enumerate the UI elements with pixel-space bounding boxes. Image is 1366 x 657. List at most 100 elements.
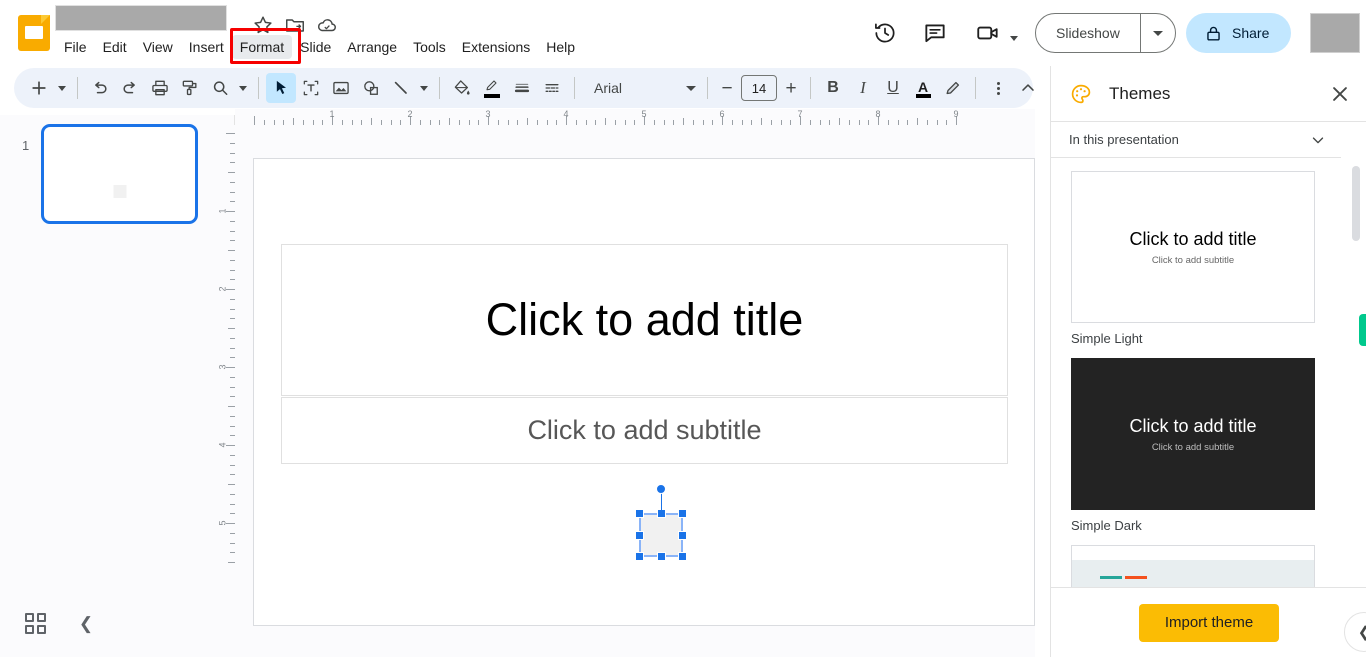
horizontal-ruler[interactable]: 1 2 3 4 5 6 7 8 9	[235, 109, 1035, 125]
ruler-label: 1	[329, 109, 335, 119]
ruler-label: 1	[219, 208, 228, 213]
ruler-tick	[371, 118, 372, 125]
meet-video-icon[interactable]	[975, 20, 1001, 46]
resize-handle-nw[interactable]	[635, 509, 644, 518]
side-panel-tab[interactable]	[1359, 314, 1366, 346]
chevron-down-icon	[1152, 30, 1163, 36]
more-options-button[interactable]	[983, 73, 1013, 103]
toolbar-divider	[975, 77, 976, 99]
ruler-tick	[683, 118, 684, 125]
bold-button[interactable]: B	[818, 73, 848, 103]
shape-button[interactable]	[356, 73, 386, 103]
border-dash-button[interactable]	[537, 73, 567, 103]
line-button[interactable]	[386, 73, 416, 103]
menu-format[interactable]: Format	[231, 35, 293, 59]
line-dropdown-icon[interactable]	[416, 73, 432, 103]
ruler-label: 8	[875, 109, 881, 119]
theme-thumbnail-simple-dark[interactable]: Click to add title Click to add subtitle	[1071, 358, 1315, 510]
resize-handle-sw[interactable]	[635, 552, 644, 561]
subtitle-placeholder[interactable]: Click to add subtitle	[281, 397, 1008, 464]
slideshow-button[interactable]: Slideshow	[1036, 14, 1140, 52]
new-slide-button[interactable]	[24, 73, 54, 103]
vertical-ruler[interactable]: 1 2 3 4 5	[219, 125, 235, 615]
print-button[interactable]	[145, 73, 175, 103]
menu-arrange[interactable]: Arrange	[339, 35, 405, 59]
accent-top-strip	[1072, 546, 1314, 560]
canvas-area: Click to add title Click to add subtitle	[235, 125, 1035, 657]
move-to-folder-icon[interactable]	[284, 14, 306, 36]
font-size-increase-button[interactable]: +	[779, 75, 803, 101]
menu-tools[interactable]: Tools	[405, 35, 454, 59]
menu-extensions[interactable]: Extensions	[454, 35, 538, 59]
insert-image-button[interactable]	[326, 73, 356, 103]
zoom-button[interactable]	[205, 73, 235, 103]
ruler-label: 4	[563, 109, 569, 119]
share-button[interactable]: Share	[1186, 13, 1292, 53]
slideshow-dropdown-button[interactable]	[1141, 14, 1175, 52]
paint-format-button[interactable]	[175, 73, 205, 103]
resize-handle-e[interactable]	[678, 530, 687, 540]
themes-panel-header: Themes	[1051, 66, 1366, 122]
collapse-filmstrip-icon[interactable]: ❮	[74, 612, 98, 636]
star-icon[interactable]	[252, 14, 274, 36]
ruler-tick	[917, 118, 918, 125]
selected-square-shape[interactable]	[635, 484, 687, 561]
theme-thumbnail-simple-light[interactable]: Click to add title Click to add subtitle	[1071, 171, 1315, 323]
menu-edit[interactable]: Edit	[95, 35, 135, 59]
subtitle-placeholder-text: Click to add subtitle	[527, 415, 762, 445]
ruler-label: 2	[407, 109, 413, 119]
new-slide-dropdown-icon[interactable]	[54, 73, 70, 103]
font-size-decrease-button[interactable]: −	[715, 75, 739, 101]
select-tool-button[interactable]	[266, 73, 296, 103]
italic-button[interactable]: I	[848, 73, 878, 103]
cloud-saved-icon[interactable]	[316, 14, 338, 36]
resize-handle-se[interactable]	[678, 552, 687, 561]
themes-scrollbar-thumb[interactable]	[1352, 166, 1360, 241]
menu-view[interactable]: View	[135, 35, 181, 59]
menu-insert[interactable]: Insert	[181, 35, 232, 59]
rotation-handle[interactable]	[656, 484, 666, 494]
ruler-tick	[293, 118, 294, 125]
grid-view-icon[interactable]	[25, 613, 49, 637]
hide-menus-button[interactable]	[1013, 73, 1043, 103]
title-placeholder[interactable]: Click to add title	[281, 244, 1008, 396]
menu-help[interactable]: Help	[538, 35, 583, 59]
themes-panel-footer: Import theme	[1051, 587, 1366, 657]
resize-handle-ne[interactable]	[678, 509, 687, 518]
font-family-select[interactable]: Arial	[582, 74, 700, 102]
themes-list[interactable]: Click to add title Click to add subtitle…	[1051, 159, 1366, 652]
resize-handle-w[interactable]	[635, 530, 644, 540]
themes-scrollbar-track[interactable]	[1352, 166, 1360, 646]
ruler-label: 5	[219, 520, 228, 525]
text-color-button[interactable]: A	[908, 73, 938, 103]
font-size-input[interactable]	[741, 75, 777, 101]
border-weight-button[interactable]	[507, 73, 537, 103]
theme-item-simple-dark: Click to add title Click to add subtitle…	[1071, 358, 1366, 533]
fill-color-button[interactable]	[447, 73, 477, 103]
avatar[interactable]	[1310, 13, 1360, 53]
ruler-tick	[228, 562, 235, 563]
undo-button[interactable]	[85, 73, 115, 103]
import-theme-button[interactable]: Import theme	[1138, 603, 1280, 642]
border-color-button[interactable]	[477, 73, 507, 103]
document-title-field[interactable]	[55, 5, 227, 31]
comment-history-icon[interactable]	[922, 20, 948, 46]
menu-file[interactable]: File	[56, 35, 95, 59]
font-family-value: Arial	[594, 80, 623, 96]
toolbar: Arial − + B I U A	[14, 68, 1034, 108]
themes-filter-select[interactable]: In this presentation	[1051, 122, 1341, 158]
resize-handle-s[interactable]	[656, 552, 666, 561]
slide-thumbnail-1[interactable]	[41, 124, 198, 224]
version-history-icon[interactable]	[872, 20, 898, 46]
menu-slide[interactable]: Slide	[292, 35, 339, 59]
redo-button[interactable]	[115, 73, 145, 103]
ruler-tick	[527, 118, 528, 125]
meet-dropdown-caret-icon[interactable]	[1006, 23, 1022, 53]
zoom-dropdown-icon[interactable]	[235, 73, 251, 103]
text-box-button[interactable]	[296, 73, 326, 103]
highlight-color-button[interactable]	[938, 73, 968, 103]
close-icon[interactable]	[1327, 81, 1353, 107]
underline-button[interactable]: U	[878, 73, 908, 103]
slide-canvas[interactable]: Click to add title Click to add subtitle	[253, 158, 1035, 626]
ruler-label: 4	[219, 442, 228, 447]
